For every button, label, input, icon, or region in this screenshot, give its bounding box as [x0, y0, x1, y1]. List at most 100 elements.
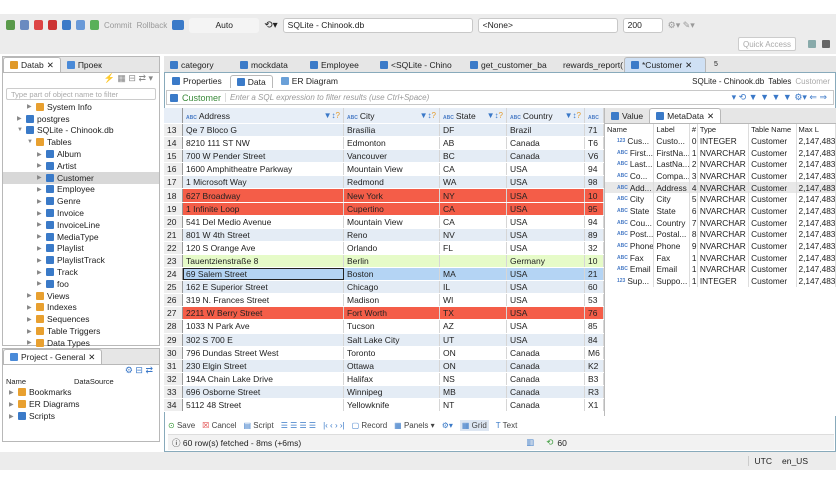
- expand-arrow-icon[interactable]: ▶: [37, 233, 43, 240]
- table-cell[interactable]: FL: [440, 241, 507, 254]
- table-cell[interactable]: K2: [585, 359, 604, 372]
- table-cell[interactable]: [440, 254, 507, 268]
- table-cell[interactable]: USA: [507, 202, 585, 215]
- metadata-row[interactable]: ABC Add... Address 4 NVARCHAR Customer 2,147,4…: [605, 181, 836, 194]
- tree-item[interactable]: ▶ InvoiceLine: [3, 219, 159, 231]
- table-cell[interactable]: UT: [440, 333, 507, 346]
- table-cell[interactable]: Cupertino: [344, 202, 440, 215]
- text-button[interactable]: T Text: [496, 421, 518, 430]
- table-cell[interactable]: USA: [507, 176, 585, 189]
- expand-arrow-icon[interactable]: ▶: [9, 413, 15, 420]
- expand-arrow-icon[interactable]: ▶: [27, 328, 33, 335]
- table-cell[interactable]: 1 Microsoft Way: [183, 176, 344, 189]
- table-cell[interactable]: Salt Lake City: [344, 333, 440, 346]
- table-cell[interactable]: 796 Dundas Street West: [183, 346, 344, 359]
- expand-arrow-icon[interactable]: ▶: [37, 245, 43, 252]
- column-header[interactable]: ABC City ▼↕?: [344, 108, 440, 123]
- table-row[interactable]: 14 8210 111 ST NW Edmonton AB Canada T6: [164, 137, 604, 151]
- table-cell[interactable]: AZ: [440, 320, 507, 333]
- transaction-mode-icon[interactable]: [172, 20, 185, 30]
- expand-arrow-icon[interactable]: ▶: [27, 304, 33, 311]
- tab-projects[interactable]: Проек: [61, 57, 108, 72]
- table-cell[interactable]: M6: [585, 346, 604, 359]
- table-cell[interactable]: USA: [507, 241, 585, 254]
- breadcrumb-table[interactable]: Customer: [795, 77, 830, 86]
- table-cell[interactable]: 801 W 4th Street: [183, 228, 344, 241]
- table-cell[interactable]: IL: [440, 281, 507, 294]
- table-cell[interactable]: USA: [507, 333, 585, 346]
- table-cell[interactable]: 84: [585, 333, 604, 346]
- table-cell[interactable]: USA: [507, 307, 585, 320]
- table-cell[interactable]: 60: [585, 281, 604, 294]
- filter-input[interactable]: Enter a SQL expression to filter results…: [225, 93, 728, 102]
- table-cell[interactable]: BC: [440, 150, 507, 163]
- table-cell[interactable]: WI: [440, 294, 507, 307]
- sql-editor-icon[interactable]: [76, 20, 85, 30]
- metadata-row[interactable]: ABC Post... Postal... 8 NVARCHAR Customer 2,14…: [605, 228, 836, 241]
- table-row[interactable]: 15 700 W Pender Street Vancouver BC Canada V6: [164, 150, 604, 164]
- tree-item[interactable]: ▶ Genre: [3, 195, 159, 207]
- table-cell[interactable]: MB: [440, 385, 507, 398]
- tree-item[interactable]: ▶ System Info: [3, 101, 159, 113]
- tree-item[interactable]: ▶ PlaylistTrack: [3, 254, 159, 266]
- table-cell[interactable]: NY: [440, 189, 507, 202]
- table-cell[interactable]: WA: [440, 176, 507, 189]
- editor-tab[interactable]: *Customer ✕: [624, 57, 706, 72]
- table-cell[interactable]: 53: [585, 294, 604, 307]
- tab-overflow-count[interactable]: 5: [714, 61, 718, 68]
- table-cell[interactable]: 1 Infinite Loop: [183, 202, 344, 215]
- table-row[interactable]: 31 230 Elgin Street Ottawa ON Canada K2: [164, 359, 604, 373]
- tab-metadata[interactable]: MetaData ✕: [649, 108, 722, 123]
- metadata-row[interactable]: ABC Phone Phone 9 NVARCHAR Customer 2,147,483: [605, 240, 836, 252]
- expand-arrow-icon[interactable]: ▶: [37, 162, 43, 169]
- expand-arrow-icon[interactable]: ▶: [37, 198, 43, 205]
- table-cell[interactable]: Orlando: [344, 241, 440, 254]
- metadata-row[interactable]: ABC City City 5 NVARCHAR Customer 2,147,483: [605, 193, 836, 206]
- column-header[interactable]: ABC State ▼↕?: [440, 108, 507, 123]
- cancel-button[interactable]: ☒ Cancel: [202, 421, 236, 430]
- table-row[interactable]: 20 541 Del Medio Avenue Mountain View CA USA…: [164, 215, 604, 229]
- expand-arrow-icon[interactable]: ▶: [37, 210, 43, 217]
- connect-icon[interactable]: [6, 20, 15, 30]
- expand-arrow-icon[interactable]: ▶: [37, 269, 43, 276]
- table-cell[interactable]: 69 Salem Street: [183, 268, 344, 281]
- table-cell[interactable]: 85: [585, 320, 604, 333]
- save-button[interactable]: ⊙ Save: [168, 421, 195, 430]
- expand-arrow-icon[interactable]: ▶: [17, 115, 23, 122]
- table-row[interactable]: 34 5112 48 Street Yellowknife NT Canada X1: [164, 398, 604, 413]
- panel-toggle-icon[interactable]: ▥: [526, 437, 534, 448]
- table-cell[interactable]: Vancouver: [344, 150, 440, 163]
- table-row[interactable]: 24 69 Salem Street Boston MA USA 21: [164, 268, 604, 282]
- project-toolbar[interactable]: ⚙ ⊟ ⇄: [3, 365, 159, 377]
- metadata-row[interactable]: ABC First... FirstNa... 1 NVARCHAR Customer 2,…: [605, 146, 836, 159]
- tree-item[interactable]: ▶ Invoice: [3, 207, 159, 219]
- expand-arrow-icon[interactable]: ▶: [27, 292, 33, 299]
- editor-tab[interactable]: rewards_report(: [554, 57, 624, 72]
- filter-actions[interactable]: ▾ ⟲ ▼ ▼ ▼ ▼ ⚙▾ ⇐ ⇒: [732, 92, 833, 103]
- expand-arrow-icon[interactable]: ▼: [17, 127, 23, 133]
- breadcrumb-folder[interactable]: Tables: [768, 77, 791, 86]
- table-cell[interactable]: 319 N. Frances Street: [183, 294, 344, 307]
- table-row[interactable]: 19 1 Infinite Loop Cupertino CA USA 95: [164, 202, 604, 216]
- column-filter-icon[interactable]: ▼↕?: [487, 111, 503, 120]
- table-cell[interactable]: Qe 7 Bloco G: [183, 124, 344, 137]
- project-item[interactable]: ▶ ER Diagrams: [3, 398, 159, 410]
- table-cell[interactable]: USA: [507, 228, 585, 241]
- tree-item[interactable]: ▶ Sequences: [3, 313, 159, 325]
- table-cell[interactable]: Berlin: [344, 254, 440, 268]
- table-cell[interactable]: USA: [507, 320, 585, 333]
- editor-tab[interactable]: get_customer_ba: [464, 57, 554, 72]
- table-cell[interactable]: 1600 Amphitheatre Parkway: [183, 163, 344, 176]
- table-cell[interactable]: Ottawa: [344, 359, 440, 372]
- table-cell[interactable]: USA: [507, 163, 585, 176]
- table-cell[interactable]: 94: [585, 163, 604, 176]
- table-cell[interactable]: Mountain View: [344, 215, 440, 228]
- table-cell[interactable]: 10: [585, 189, 604, 202]
- metadata-column-header[interactable]: Name: [605, 124, 655, 135]
- table-cell[interactable]: NT: [440, 398, 507, 412]
- new-script-icon[interactable]: [62, 20, 71, 30]
- table-cell[interactable]: 302 S 700 E: [183, 333, 344, 346]
- table-cell[interactable]: Canada: [507, 359, 585, 372]
- table-cell[interactable]: 5112 48 Street: [183, 398, 344, 412]
- metadata-row[interactable]: ABC Co... Compa... 3 NVARCHAR Customer 2,147,4…: [605, 170, 836, 182]
